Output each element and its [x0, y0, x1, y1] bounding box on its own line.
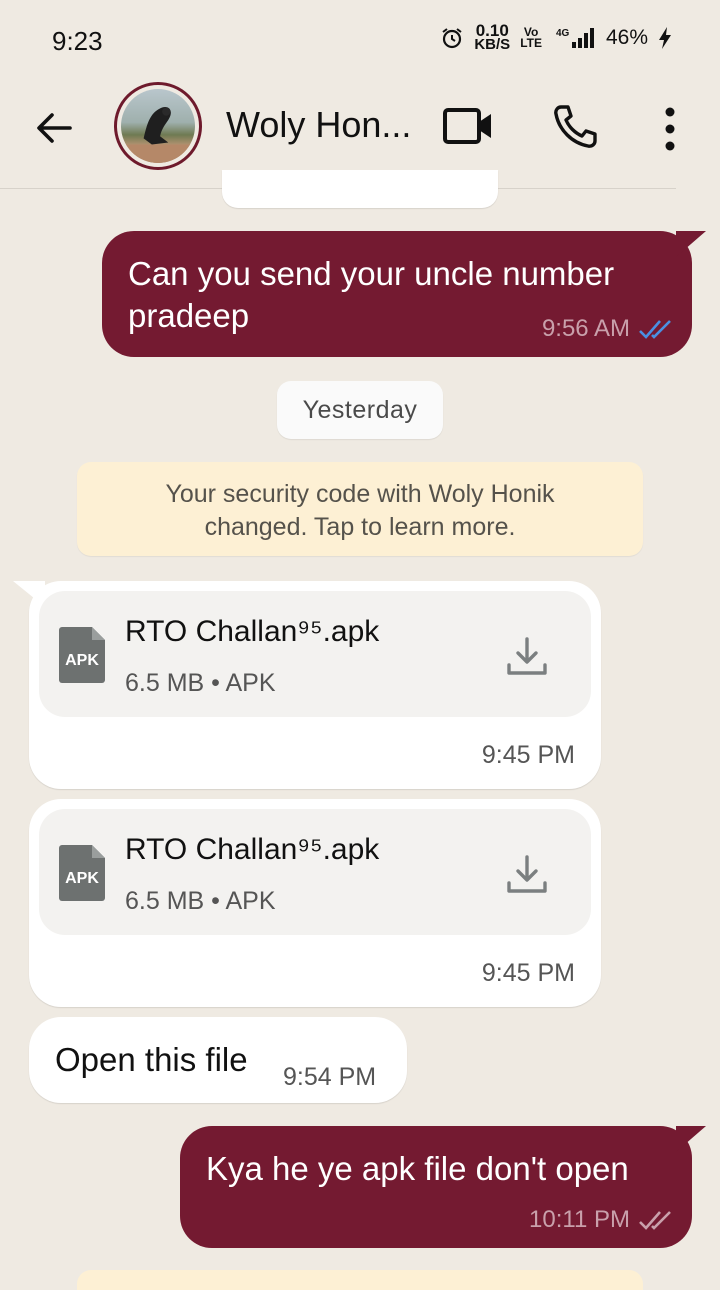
message-meta: 10:11 PM [529, 1206, 676, 1234]
message-time: 9:45 PM [481, 741, 575, 769]
security-notice-line2: changed. Tap to learn more. [204, 513, 516, 541]
outgoing-message[interactable]: Kya he ye apk file don't open 10:11 PM [180, 1126, 706, 1248]
bubble-tail [13, 581, 45, 607]
back-arrow-icon[interactable] [32, 106, 76, 150]
network-speed-unit: KB/S [474, 36, 511, 53]
download-icon[interactable] [505, 853, 549, 895]
avatar[interactable] [114, 82, 202, 170]
apk-file-icon: APK [59, 845, 105, 901]
message-time: 9:56 AM [541, 315, 630, 342]
svg-text:4G: 4G [556, 28, 570, 39]
message-text-line2: pradeep [128, 297, 250, 334]
file-attachment[interactable]: APK RTO Challan⁹⁵.apk 6.5 MB • APK [39, 591, 591, 717]
bubble-tail [676, 231, 706, 257]
date-chip-partial [222, 170, 498, 208]
incoming-message[interactable]: Open this file 9:54 PM [29, 1017, 407, 1103]
incoming-file-message[interactable]: APK RTO Challan⁹⁵.apk 6.5 MB • APK 9:45 … [13, 581, 601, 789]
download-icon[interactable] [505, 635, 549, 677]
video-call-icon[interactable] [440, 102, 496, 150]
message-time: 9:45 PM [481, 959, 575, 987]
status-time: 9:23 [52, 26, 103, 56]
volte-bottom: LTE [520, 36, 542, 50]
date-chip: Yesterday [277, 381, 443, 439]
message-time: 10:11 PM [529, 1206, 630, 1233]
bubble-tail [676, 1126, 706, 1152]
status-icons: 0.10 KB/S Vo LTE 4G 46% [440, 22, 672, 53]
more-vert-icon[interactable] [650, 104, 690, 154]
message-text: Kya he ye apk file don't open [206, 1150, 629, 1187]
message-text-line1: Can you send your uncle number [128, 255, 615, 292]
apk-icon-label: APK [65, 870, 99, 887]
outgoing-message[interactable]: Can you send your uncle number pradeep 9… [102, 231, 706, 357]
security-notice[interactable]: Your security code with Woly Honik chang… [77, 462, 643, 556]
signal-4g-icon: 4G [556, 28, 594, 48]
file-attachment[interactable]: APK RTO Challan⁹⁵.apk 6.5 MB • APK [39, 809, 591, 935]
system-notice-partial [77, 1270, 643, 1290]
phone-icon[interactable] [550, 102, 600, 152]
network-speed: 0.10 KB/S [474, 22, 511, 53]
charging-icon [659, 27, 671, 49]
file-meta: 6.5 MB • APK [125, 887, 276, 915]
file-name: RTO Challan⁹⁵.apk [125, 833, 380, 866]
avatar-photo-icon [121, 106, 195, 163]
message-meta: 9:56 AM [542, 315, 676, 343]
apk-icon-label: APK [65, 652, 99, 669]
delivered-ticks-icon [639, 1211, 671, 1230]
volte-indicator: Vo LTE [520, 26, 542, 50]
status-bar: 9:23 0.10 KB/S Vo LTE 4G 46% [0, 0, 720, 80]
message-time: 9:54 PM [283, 1063, 377, 1091]
read-ticks-icon [639, 320, 671, 339]
avatar-image [121, 89, 195, 163]
alarm-icon [442, 28, 462, 49]
security-notice-line1: Your security code with Woly Honik [165, 480, 555, 508]
message-text: Open this file [55, 1041, 248, 1078]
battery-percent: 46% [605, 26, 648, 49]
contact-name[interactable]: Woly Hon... [226, 104, 411, 146]
apk-file-icon: APK [59, 627, 105, 683]
file-meta: 6.5 MB • APK [125, 669, 276, 697]
file-name: RTO Challan⁹⁵.apk [125, 615, 380, 648]
incoming-file-message[interactable]: APK RTO Challan⁹⁵.apk 6.5 MB • APK 9:45 … [29, 799, 601, 1007]
